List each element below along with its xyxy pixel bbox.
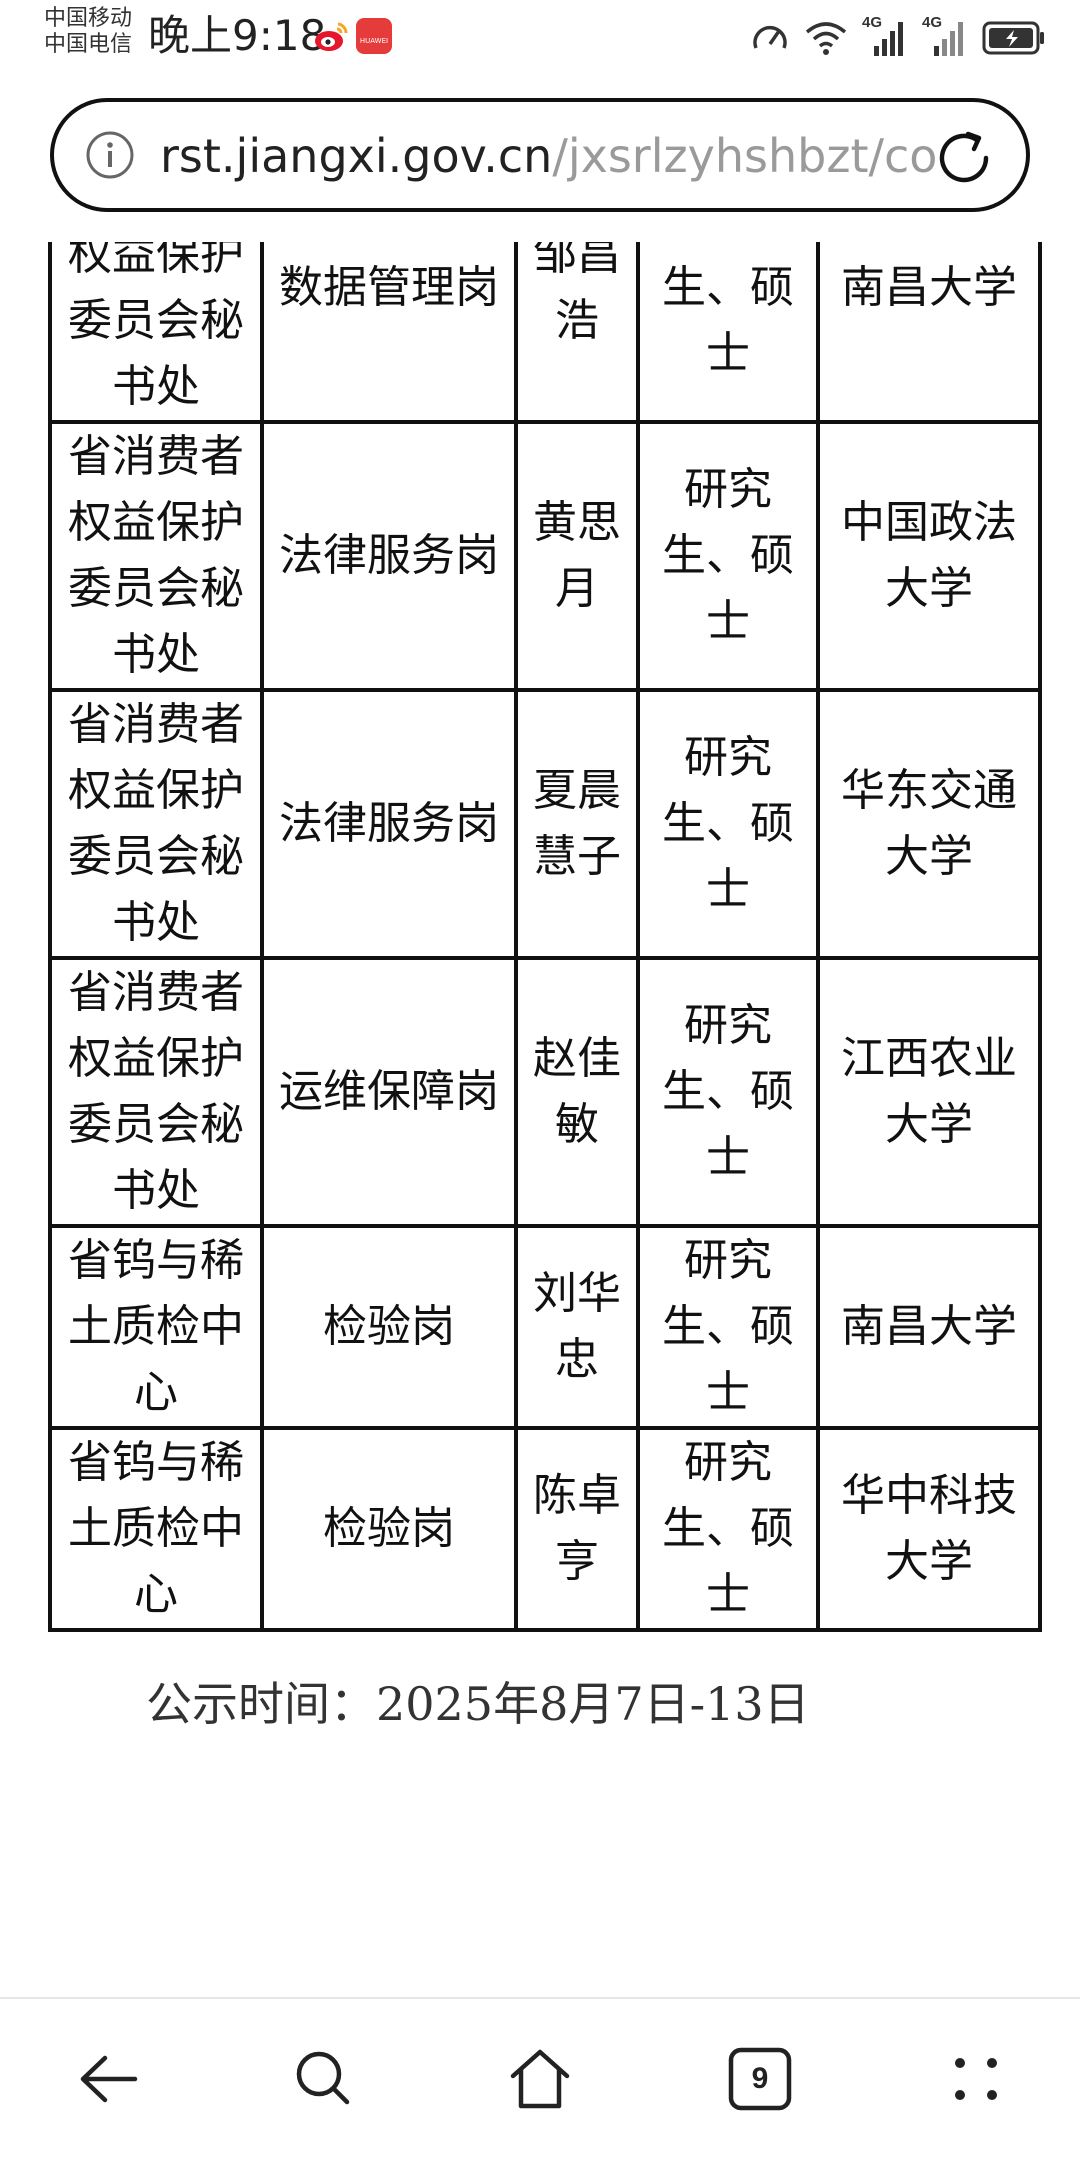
carrier-names: 中国移动 中国电信	[44, 6, 132, 58]
publicity-period: 公示时间：2025年8月7日-13日	[146, 1677, 810, 1731]
search-button[interactable]	[286, 2041, 362, 2117]
unit-cell: 省消费者权益保护委员会秘书处	[48, 956, 264, 1228]
reload-icon[interactable]	[934, 128, 994, 188]
unit-cell: 省消费者权益保护委员会秘书处	[48, 420, 264, 692]
menu-button[interactable]	[938, 2041, 1014, 2117]
school-cell: 华东交通大学	[816, 688, 1042, 960]
degree-cell: 研究生、硕士	[636, 688, 820, 960]
results-table: 省消费者权益保护委员会秘书处数据管理岗邹昌浩研究生、硕士南昌大学省消费者权益保护…	[48, 242, 1042, 1632]
browser-bottom-nav: 9	[0, 1999, 1080, 2160]
unit-cell: 省钨与稀土质检中心	[48, 1224, 264, 1430]
degree-cell: 研究生、硕士	[636, 420, 820, 692]
school-cell: 华中科技大学	[816, 1426, 1042, 1632]
search-icon	[296, 2051, 350, 2105]
address-bar[interactable]: rst.jiangxi.gov.cn/jxsrlzyhshbzt/co	[50, 98, 1030, 212]
weibo-icon	[315, 22, 348, 51]
url-text[interactable]: rst.jiangxi.gov.cn/jxsrlzyhshbzt/co	[160, 126, 940, 186]
degree-cell: 研究生、硕士	[636, 956, 820, 1228]
signal-bars-icon	[934, 22, 963, 56]
status-time: 晚上9:18	[148, 11, 327, 60]
name-cell: 邹昌浩	[514, 242, 640, 424]
degree-cell: 研究生、硕士	[636, 1224, 820, 1430]
huawei-appgallery-icon: HUAWEI	[356, 18, 392, 54]
carrier-1: 中国移动	[44, 6, 133, 31]
menu-icon	[955, 2058, 997, 2100]
table-row: 省钨与稀土质检中心 检验岗 陈卓亨 研究生、硕士 华中科技大学	[48, 1426, 1042, 1632]
table-row: 省消费者权益保护委员会秘书处 法律服务岗 夏晨慧子 研究生、硕士 华东交通大学	[48, 688, 1042, 960]
status-bar: 中国移动 中国电信 晚上9:18 HUAWEI 4G 4G	[0, 0, 1080, 72]
unit-cell: 省消费者权益保护委员会秘书处	[48, 688, 264, 960]
post-cell: 数据管理岗	[260, 242, 518, 424]
table-row: 省钨与稀土质检中心 检验岗 刘华忠 研究生、硕士 南昌大学	[48, 1224, 1042, 1430]
wifi-icon	[805, 22, 847, 55]
back-button[interactable]	[70, 2041, 146, 2117]
url-host: rst.jiangxi.gov.cn	[160, 129, 553, 183]
signal-1: 4G	[862, 14, 908, 58]
unit-cell: 省钨与稀土质检中心	[48, 1426, 264, 1632]
battery-charging-icon	[982, 21, 1044, 55]
post-cell: 检验岗	[260, 1224, 518, 1430]
school-cell: 南昌大学	[816, 1224, 1042, 1430]
signal-2: 4G	[922, 14, 968, 58]
degree-cell: 研究生、硕士	[636, 1426, 820, 1632]
degree-cell: 研究生、硕士	[636, 242, 820, 424]
table-row: 省消费者权益保护委员会秘书处 运维保障岗 赵佳敏 研究生、硕士 江西农业大学	[48, 956, 1042, 1228]
carrier-2: 中国电信	[44, 32, 133, 57]
school-cell: 江西农业大学	[816, 956, 1042, 1228]
name-cell: 陈卓亨	[514, 1426, 640, 1632]
info-icon[interactable]	[84, 129, 136, 181]
unit-cell: 省消费者权益保护委员会秘书处	[48, 242, 264, 424]
page-content[interactable]: 省消费者权益保护委员会秘书处数据管理岗邹昌浩研究生、硕士南昌大学省消费者权益保护…	[0, 242, 1080, 1997]
back-icon	[80, 2055, 138, 2103]
signal-bars-icon	[874, 22, 903, 56]
post-cell: 法律服务岗	[260, 688, 518, 960]
table-row: 省消费者权益保护委员会秘书处 法律服务岗 黄思月 研究生、硕士 中国政法大学	[48, 420, 1042, 692]
post-cell: 检验岗	[260, 1426, 518, 1632]
home-button[interactable]	[502, 2041, 578, 2117]
table-row: 省消费者权益保护委员会秘书处数据管理岗邹昌浩研究生、硕士南昌大学	[48, 242, 1042, 424]
status-icons: 4G 4G	[750, 14, 1046, 60]
post-cell: 运维保障岗	[260, 956, 518, 1228]
school-cell: 南昌大学	[816, 242, 1042, 424]
url-path: /jxsrlzyhshbzt/co	[552, 129, 938, 183]
name-cell: 夏晨慧子	[514, 688, 640, 960]
name-cell: 刘华忠	[514, 1224, 640, 1430]
school-cell: 中国政法大学	[816, 420, 1042, 692]
name-cell: 赵佳敏	[514, 956, 640, 1228]
tabs-button[interactable]: 9	[722, 2041, 798, 2117]
name-cell: 黄思月	[514, 420, 640, 692]
home-icon	[510, 2049, 570, 2109]
post-cell: 法律服务岗	[260, 420, 518, 692]
speed-icon	[753, 25, 787, 49]
tab-count: 9	[751, 2062, 769, 2095]
results-table-body: 省消费者权益保护委员会秘书处数据管理岗邹昌浩研究生、硕士南昌大学省消费者权益保护…	[48, 242, 1042, 1632]
